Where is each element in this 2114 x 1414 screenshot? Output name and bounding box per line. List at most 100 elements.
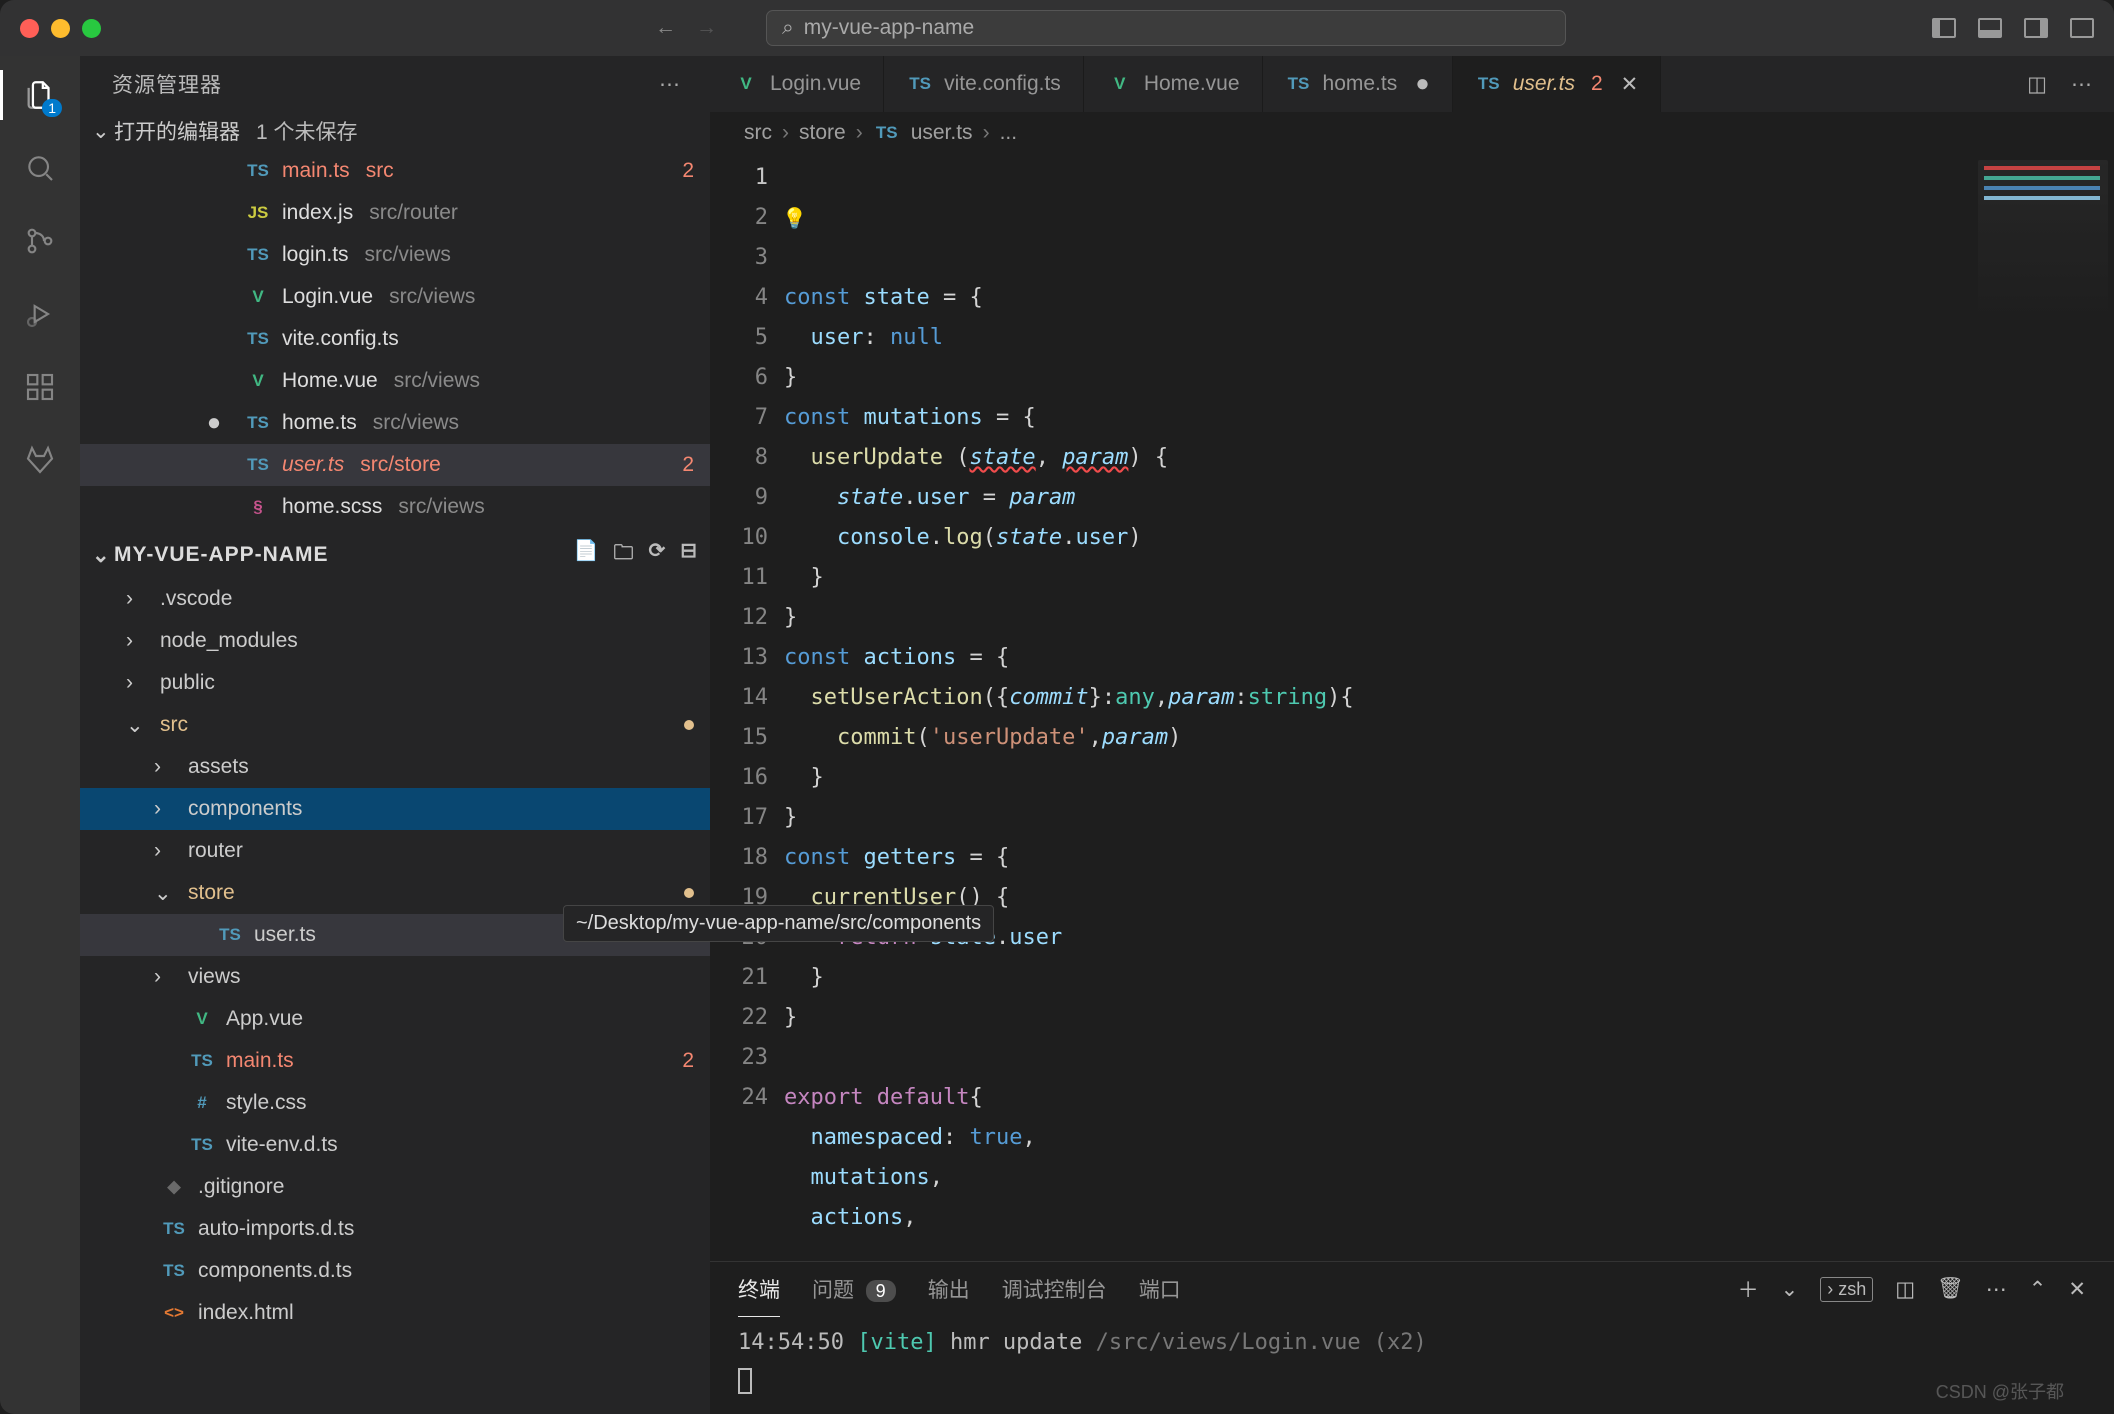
forward-icon[interactable]: →	[696, 16, 717, 40]
split-chevron-icon[interactable]: ⌄	[1781, 1277, 1799, 1302]
layout-right-icon[interactable]	[2024, 18, 2048, 38]
folder-item[interactable]: ›components	[80, 788, 710, 830]
chevron-icon: ›	[154, 755, 178, 779]
search-text: my-vue-app-name	[804, 16, 974, 40]
close-panel-icon[interactable]: ✕	[2068, 1277, 2086, 1302]
debug-icon[interactable]	[21, 295, 59, 333]
folder-item[interactable]: ›views	[80, 956, 710, 998]
problems-count: 9	[866, 1280, 896, 1302]
ts-icon: TS	[188, 1135, 216, 1155]
chevron-icon: ⌄	[154, 881, 178, 906]
more-icon[interactable]: ⋯	[1986, 1277, 2007, 1302]
close-tab-icon[interactable]: ✕	[1621, 72, 1639, 97]
scm-icon[interactable]	[21, 222, 59, 260]
folder-item[interactable]: ›node_modules	[80, 620, 710, 662]
maximize-window[interactable]	[82, 19, 101, 38]
project-header[interactable]: ⌄ MY-VUE-APP-NAME 📄 🗀 ⟳ ⊟	[80, 532, 710, 578]
panel: 终端 问题 9 输出 调试控制台 端口 ＋ ⌄ › zsh ◫ 🗑 ⋯ ⌃ ✕	[710, 1261, 2114, 1414]
editor-tabs: VLogin.vueTSvite.config.tsVHome.vueTShom…	[710, 56, 2114, 112]
new-folder-icon[interactable]: 🗀	[613, 538, 634, 572]
split-terminal-icon[interactable]: ◫	[1895, 1277, 1915, 1302]
layout-left-icon[interactable]	[1932, 18, 1956, 38]
chevron-icon: ›	[126, 671, 150, 695]
open-editors-header[interactable]: ⌄ 打开的编辑器 1 个未保存	[80, 112, 710, 150]
chevron-icon: ›	[154, 965, 178, 989]
more-icon[interactable]: ⋯	[2071, 72, 2092, 97]
ts-icon: TS	[188, 1051, 216, 1071]
open-editor-item[interactable]: ●TShome.tssrc/views	[80, 402, 710, 444]
open-editor-item[interactable]: TSmain.tssrc2	[80, 150, 710, 192]
folder-item[interactable]: ⌄src	[80, 704, 710, 746]
trash-icon[interactable]: 🗑	[1937, 1277, 1964, 1301]
hash-icon: #	[188, 1093, 216, 1113]
open-editor-item[interactable]: JSindex.jssrc/router	[80, 192, 710, 234]
folder-item[interactable]: ›router	[80, 830, 710, 872]
terminal-tab[interactable]: 终端	[738, 1274, 780, 1317]
file-item[interactable]: TSmain.ts2	[80, 1040, 710, 1082]
terminal-cursor	[738, 1368, 752, 1394]
folder-item[interactable]: ›assets	[80, 746, 710, 788]
vue-icon: V	[244, 287, 272, 307]
open-editor-item[interactable]: VLogin.vuesrc/views	[80, 276, 710, 318]
file-item[interactable]: ◆.gitignore	[80, 1166, 710, 1208]
back-icon[interactable]: ←	[655, 16, 676, 40]
file-item[interactable]: VApp.vue	[80, 998, 710, 1040]
ports-tab[interactable]: 端口	[1139, 1274, 1181, 1304]
activity-bar: 1	[0, 56, 80, 1414]
open-editor-item[interactable]: TSlogin.tssrc/views	[80, 234, 710, 276]
vue-icon: V	[244, 371, 272, 391]
explorer-icon[interactable]: 1	[21, 76, 59, 114]
file-item[interactable]: #style.css	[80, 1082, 710, 1124]
editor-area: VLogin.vueTSvite.config.tsVHome.vueTShom…	[710, 56, 2114, 1414]
new-file-icon[interactable]: 📄	[574, 538, 600, 572]
gitlab-icon[interactable]	[21, 441, 59, 479]
chevron-down-icon: ⌄	[92, 119, 106, 144]
file-item[interactable]: TSvite-env.d.ts	[80, 1124, 710, 1166]
editor-tab[interactable]: TShome.ts●	[1263, 56, 1453, 112]
ts-icon: TS	[244, 245, 272, 265]
layout-bottom-icon[interactable]	[1978, 18, 2002, 38]
command-search[interactable]: ⌕ my-vue-app-name	[766, 10, 1566, 46]
folder-item[interactable]: ›.vscode	[80, 578, 710, 620]
folder-item[interactable]: ›public	[80, 662, 710, 704]
terminal-body[interactable]: 14:54:50 [vite] hmr update /src/views/Lo…	[710, 1316, 2114, 1414]
editor-tab[interactable]: VLogin.vue	[710, 56, 884, 112]
chevron-down-icon: ⌄	[92, 543, 106, 568]
file-item[interactable]: TScomponents.d.ts	[80, 1250, 710, 1292]
lightbulb-icon[interactable]: 💡	[782, 198, 807, 238]
watermark: CSDN @张子都	[1936, 1378, 2064, 1404]
minimize-window[interactable]	[51, 19, 70, 38]
open-editor-item[interactable]: §home.scsssrc/views	[80, 486, 710, 528]
output-tab[interactable]: 输出	[928, 1274, 970, 1304]
ts-icon: TS	[160, 1261, 188, 1281]
open-editor-item[interactable]: TSvite.config.ts	[80, 318, 710, 360]
editor-tab[interactable]: TSvite.config.ts	[884, 56, 1084, 112]
sidebar-more-icon[interactable]: ⋯	[659, 72, 682, 97]
chevron-icon: ⌄	[126, 713, 150, 738]
file-item[interactable]: <>index.html	[80, 1292, 710, 1334]
collapse-icon[interactable]: ⊟	[680, 538, 698, 572]
split-editor-icon[interactable]: ◫	[2027, 72, 2047, 97]
search-activity-icon[interactable]	[21, 149, 59, 187]
problems-tab[interactable]: 问题 9	[812, 1274, 896, 1304]
ts-icon: TS	[244, 455, 272, 475]
debug-console-tab[interactable]: 调试控制台	[1002, 1274, 1107, 1304]
file-item[interactable]: TSauto-imports.d.ts	[80, 1208, 710, 1250]
layout-custom-icon[interactable]	[2070, 18, 2094, 38]
new-terminal-icon[interactable]: ＋	[1738, 1274, 1759, 1304]
editor-tab[interactable]: VHome.vue	[1084, 56, 1263, 112]
editor-tab[interactable]: TSuser.ts2✕	[1453, 56, 1662, 112]
chevron-up-icon[interactable]: ⌃	[2029, 1277, 2047, 1302]
extensions-icon[interactable]	[21, 368, 59, 406]
close-window[interactable]	[20, 19, 39, 38]
ts-icon: TS	[160, 1219, 188, 1239]
shell-indicator[interactable]: › zsh	[1820, 1277, 1873, 1302]
refresh-icon[interactable]: ⟳	[648, 538, 666, 572]
chevron-icon: ›	[126, 587, 150, 611]
breadcrumb[interactable]: src› store› TS user.ts› ...	[710, 112, 2114, 154]
minimap[interactable]	[1978, 160, 2108, 320]
code-editor[interactable]: 💡 const state = { user: null}const mutat…	[784, 154, 2114, 1261]
sidebar-title: 资源管理器	[112, 69, 222, 99]
open-editor-item[interactable]: VHome.vuesrc/views	[80, 360, 710, 402]
open-editor-item[interactable]: ✕TSuser.tssrc/store2	[80, 444, 710, 486]
